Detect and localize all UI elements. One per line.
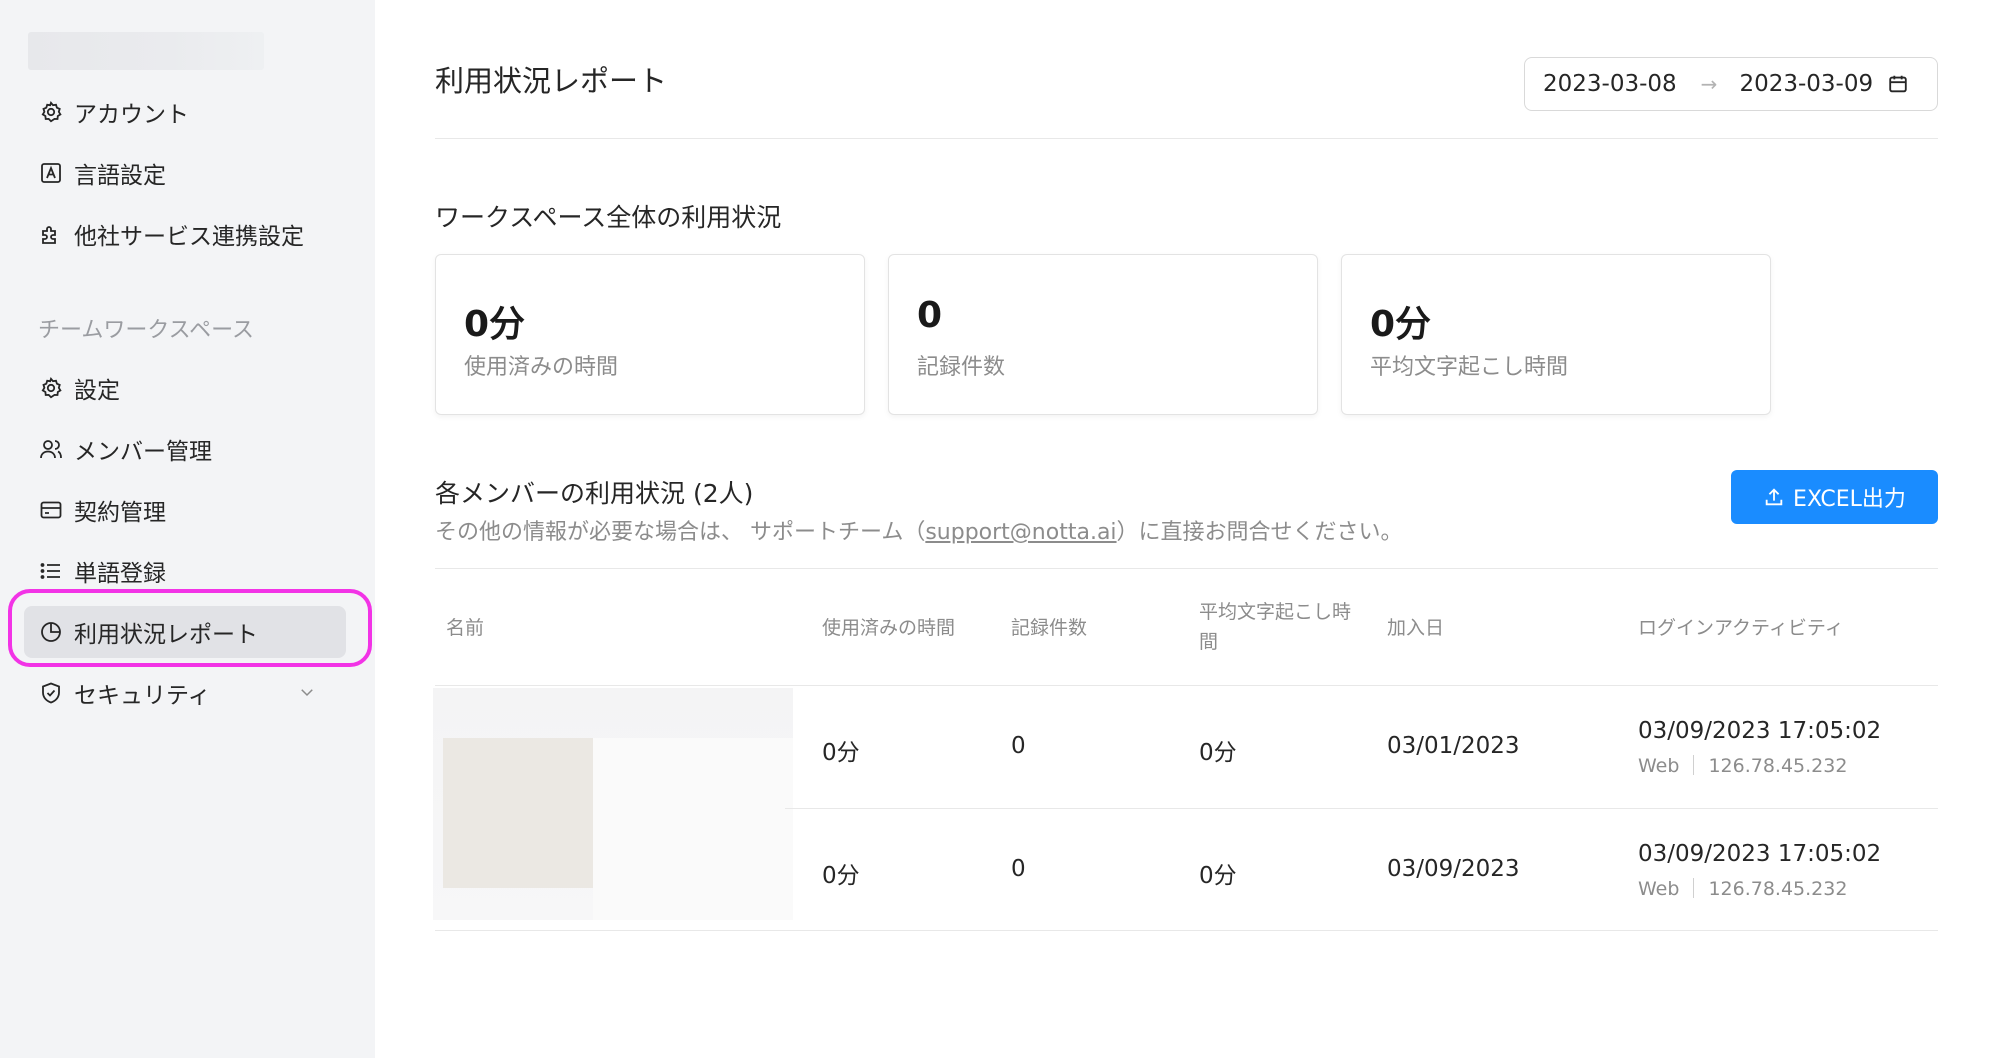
cell-avg-transcription: 0分 xyxy=(1199,863,1237,889)
table-header-divider xyxy=(435,685,1938,686)
row-divider xyxy=(785,808,1938,809)
list-icon xyxy=(38,558,64,584)
cell-joined-date: 03/09/2023 xyxy=(1387,856,1520,882)
date-from[interactable]: 2023-03-08 xyxy=(1543,71,1677,97)
cell-login-detail: Web 126.78.45.232 xyxy=(1638,755,1847,777)
stat-value: 0分 xyxy=(464,304,526,345)
blurred-member-names xyxy=(433,688,793,920)
sidebar-item-label: 設定 xyxy=(74,378,120,404)
credit-card-icon xyxy=(38,497,64,523)
blurred-region xyxy=(593,738,793,920)
note-prefix: その他の情報が必要な場合は、 サポートチーム（ xyxy=(435,520,926,545)
blurred-workspace-name xyxy=(28,32,264,70)
sidebar-item-label: 契約管理 xyxy=(74,500,166,526)
header-divider xyxy=(435,138,1938,139)
column-header-login-activity: ログインアクティビティ xyxy=(1638,617,1844,639)
puzzle-icon xyxy=(38,221,64,247)
excel-export-button[interactable]: EXCEL出力 xyxy=(1731,470,1938,524)
arrow-right-icon: → xyxy=(1700,72,1718,96)
separator xyxy=(1693,878,1695,898)
section-label-team-workspace: チームワークスペース xyxy=(38,318,255,343)
stat-card-used-time: 0分 使用済みの時間 xyxy=(435,254,865,415)
stat-label: 使用済みの時間 xyxy=(464,355,619,380)
sidebar-item-label: メンバー管理 xyxy=(74,439,212,465)
cell-records: 0 xyxy=(1011,856,1026,882)
sidebar-item-settings[interactable]: 設定 xyxy=(24,362,346,414)
stat-label: 記録件数 xyxy=(917,355,1006,380)
workspace-usage-title: ワークスペース全体の利用状況 xyxy=(435,203,782,232)
sidebar-item-integrations[interactable]: 他社サービス連携設定 xyxy=(24,208,346,260)
login-platform: Web xyxy=(1638,878,1680,900)
login-ip: 126.78.45.232 xyxy=(1708,755,1848,777)
sidebar-item-label: 言語設定 xyxy=(74,163,166,189)
stat-value: 0 xyxy=(917,295,943,336)
sidebar-item-label: 他社サービス連携設定 xyxy=(74,224,304,250)
cell-login-detail: Web 126.78.45.232 xyxy=(1638,878,1847,900)
stat-card-avg-transcription: 0分 平均文字起こし時間 xyxy=(1341,254,1771,415)
column-header-name: 名前 xyxy=(446,617,485,639)
cell-joined-date: 03/01/2023 xyxy=(1387,733,1520,759)
stat-label: 平均文字起こし時間 xyxy=(1370,355,1569,380)
note-suffix: ）に直接お問合せください。 xyxy=(1116,520,1403,545)
chevron-down-icon[interactable] xyxy=(298,683,316,701)
gear-icon xyxy=(38,375,64,401)
members-usage-title: 各メンバーの利用状況 (2人) xyxy=(435,479,754,508)
cell-login-time: 03/09/2023 17:05:02 xyxy=(1638,718,1882,744)
sidebar-item-language[interactable]: 言語設定 xyxy=(24,147,346,199)
sidebar-item-label: アカウント xyxy=(74,102,189,128)
excel-export-label: EXCEL出力 xyxy=(1793,487,1906,512)
gear-icon xyxy=(38,99,64,125)
calendar-icon xyxy=(1889,75,1907,93)
sidebar: アカウント 言語設定 他社サービス連携設定 チームワークスペース 設定 メンバー… xyxy=(0,0,375,1058)
stat-card-records: 0 記録件数 xyxy=(888,254,1318,415)
sidebar-item-contract[interactable]: 契約管理 xyxy=(24,484,346,536)
column-header-line: 間 xyxy=(1199,631,1219,653)
column-header-joined: 加入日 xyxy=(1387,617,1445,639)
column-header-used-time: 使用済みの時間 xyxy=(822,617,956,639)
sidebar-item-label: 単語登録 xyxy=(74,561,166,587)
login-ip: 126.78.45.232 xyxy=(1708,878,1848,900)
separator xyxy=(1693,755,1695,775)
stat-value: 0分 xyxy=(1370,304,1432,345)
sidebar-item-account[interactable]: アカウント xyxy=(24,86,346,138)
shield-icon xyxy=(38,680,64,706)
table-top-divider xyxy=(435,568,1938,569)
page-title: 利用状況レポート xyxy=(435,64,668,98)
sidebar-item-label: セキュリティ xyxy=(74,683,211,709)
date-range-picker[interactable]: 2023-03-08 → 2023-03-09 xyxy=(1524,57,1938,111)
users-icon xyxy=(38,436,64,462)
sidebar-item-security[interactable]: セキュリティ xyxy=(24,667,346,719)
support-email-link[interactable]: support@notta.ai xyxy=(925,520,1116,545)
members-note: その他の情報が必要な場合は、 サポートチーム（support@notta.ai）… xyxy=(435,514,1403,546)
cell-records: 0 xyxy=(1011,733,1026,759)
column-header-line: 平均文字起こし時 xyxy=(1199,601,1352,623)
cell-avg-transcription: 0分 xyxy=(1199,740,1237,766)
language-icon xyxy=(38,160,64,186)
column-header-avg-transcription: 平均文字起こし時 間 xyxy=(1199,597,1351,657)
table-bottom-divider xyxy=(435,930,1938,931)
cell-used-time: 0分 xyxy=(822,740,860,766)
cell-login-time: 03/09/2023 17:05:02 xyxy=(1638,841,1882,867)
cell-used-time: 0分 xyxy=(822,863,860,889)
sidebar-item-members[interactable]: メンバー管理 xyxy=(24,423,346,475)
upload-icon xyxy=(1765,488,1783,506)
column-header-records: 記録件数 xyxy=(1011,617,1088,639)
login-platform: Web xyxy=(1638,755,1680,777)
avatar xyxy=(443,738,593,888)
highlight-annotation xyxy=(8,589,372,667)
date-to[interactable]: 2023-03-09 xyxy=(1739,71,1873,97)
